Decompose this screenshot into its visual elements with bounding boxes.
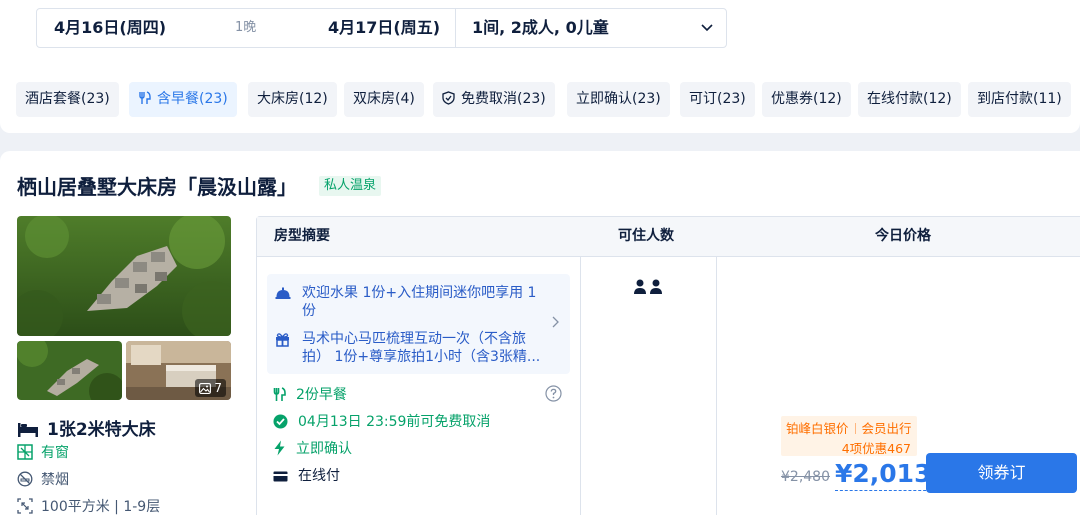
member-travel: 会员出行 (861, 421, 912, 436)
room-photo-thumb-1[interactable] (17, 341, 122, 400)
filter-king-bed[interactable]: 大床房(12) (248, 82, 337, 117)
room-card: 栖山居叠墅大床房「晨汲山露」 私人温泉 7 1张2米特大床 有窗 禁烟 100平… (0, 151, 1080, 515)
cancellation-policy[interactable]: 04月13日 23:59前可免费取消 (273, 411, 490, 431)
checkout-date[interactable]: 4月17日(周五) (328, 9, 440, 47)
bed-icon (18, 423, 38, 437)
header-summary: 房型摘要 (274, 228, 330, 244)
photo-count-badge[interactable]: 7 (195, 379, 226, 397)
rate-table: 房型摘要 可住人数 今日价格 欢迎水果 1份+入住期间迷你吧享用 1份 马术中心… (256, 216, 1080, 515)
utensils-icon (273, 387, 286, 401)
lightning-icon (274, 440, 285, 456)
promo-badge[interactable]: 铂峰白银价 会员出行 4项优惠467 (781, 416, 917, 456)
benefit-item: 马术中心马匹梳理互动一次（不含旅拍） 1份+尊享旅拍1小时（含3张精... (275, 330, 545, 366)
column-divider (716, 257, 717, 515)
book-button[interactable]: 领券订 (926, 453, 1077, 493)
instant-confirm: 立即确认 (273, 438, 352, 458)
smoking-policy: 禁烟 (17, 469, 69, 489)
package-benefits[interactable]: 欢迎水果 1份+入住期间迷你吧享用 1份 马术中心马匹梳理互动一次（不含旅拍） … (267, 274, 570, 374)
nights-count: 1晚 (235, 20, 257, 35)
bed-type: 1张2米特大床 (17, 415, 156, 440)
header-occupancy: 可住人数 (618, 228, 674, 244)
room-photo-thumb-2[interactable]: 7 (126, 341, 231, 400)
filter-pay-at-hotel[interactable]: 到店付款(11) (968, 82, 1071, 117)
filter-coupon[interactable]: 优惠券(12) (762, 82, 851, 117)
shield-check-icon (442, 91, 455, 105)
gift-icon (276, 333, 289, 347)
guests-icon (634, 279, 662, 294)
table-header: 房型摘要 可住人数 今日价格 (257, 217, 1080, 257)
header-price: 今日价格 (875, 228, 931, 244)
breakfast-policy: 2份早餐 (273, 384, 347, 404)
card-icon (273, 471, 288, 482)
discount-summary: 4项优惠467 (841, 441, 911, 456)
filter-breakfast[interactable]: 含早餐(23) (129, 82, 237, 117)
search-filter-panel: 4月16日(周四) 1晚 4月17日(周五) 1间, 2成人, 0儿童 酒店套餐… (0, 0, 1080, 133)
member-tier: 铂峰白银价 (786, 421, 849, 436)
filter-instant-confirm[interactable]: 立即确认(23) (567, 82, 670, 117)
original-price: ¥2,480 (781, 469, 830, 485)
room-tag: 私人温泉 (319, 176, 382, 196)
check-circle-icon (273, 414, 288, 429)
room-photo-main[interactable] (17, 216, 231, 336)
column-divider (580, 257, 581, 515)
filter-free-cancel[interactable]: 免费取消(23) (433, 82, 555, 117)
search-bar[interactable]: 4月16日(周四) 1晚 4月17日(周五) 1间, 2成人, 0儿童 (36, 8, 727, 48)
checkin-date[interactable]: 4月16日(周四) (54, 9, 166, 47)
chevron-right-icon[interactable] (551, 316, 559, 328)
chevron-down-icon[interactable] (700, 22, 714, 34)
no-smoking-icon (17, 471, 33, 487)
area-icon (17, 498, 33, 514)
utensils-icon (139, 91, 151, 104)
window-feature: 有窗 (17, 442, 69, 462)
search-divider (455, 9, 456, 47)
help-icon[interactable] (545, 385, 562, 402)
image-icon (199, 383, 212, 394)
filter-pay-online[interactable]: 在线付款(12) (858, 82, 961, 117)
service-bell-icon (275, 287, 291, 299)
filter-twin-bed[interactable]: 双床房(4) (344, 82, 424, 117)
filter-package[interactable]: 酒店套餐(23) (16, 82, 119, 117)
guests-selector[interactable]: 1间, 2成人, 0儿童 (472, 9, 609, 47)
benefit-item: 欢迎水果 1份+入住期间迷你吧享用 1份 (275, 284, 545, 320)
current-price[interactable]: ¥2,013 (835, 458, 932, 491)
window-icon (17, 444, 33, 460)
filter-bookable[interactable]: 可订(23) (680, 82, 755, 117)
room-area-floors: 100平方米 | 1-9层 (17, 496, 160, 515)
payment-method: 在线付 (273, 465, 340, 485)
room-title[interactable]: 栖山居叠墅大床房「晨汲山露」 (17, 171, 297, 200)
